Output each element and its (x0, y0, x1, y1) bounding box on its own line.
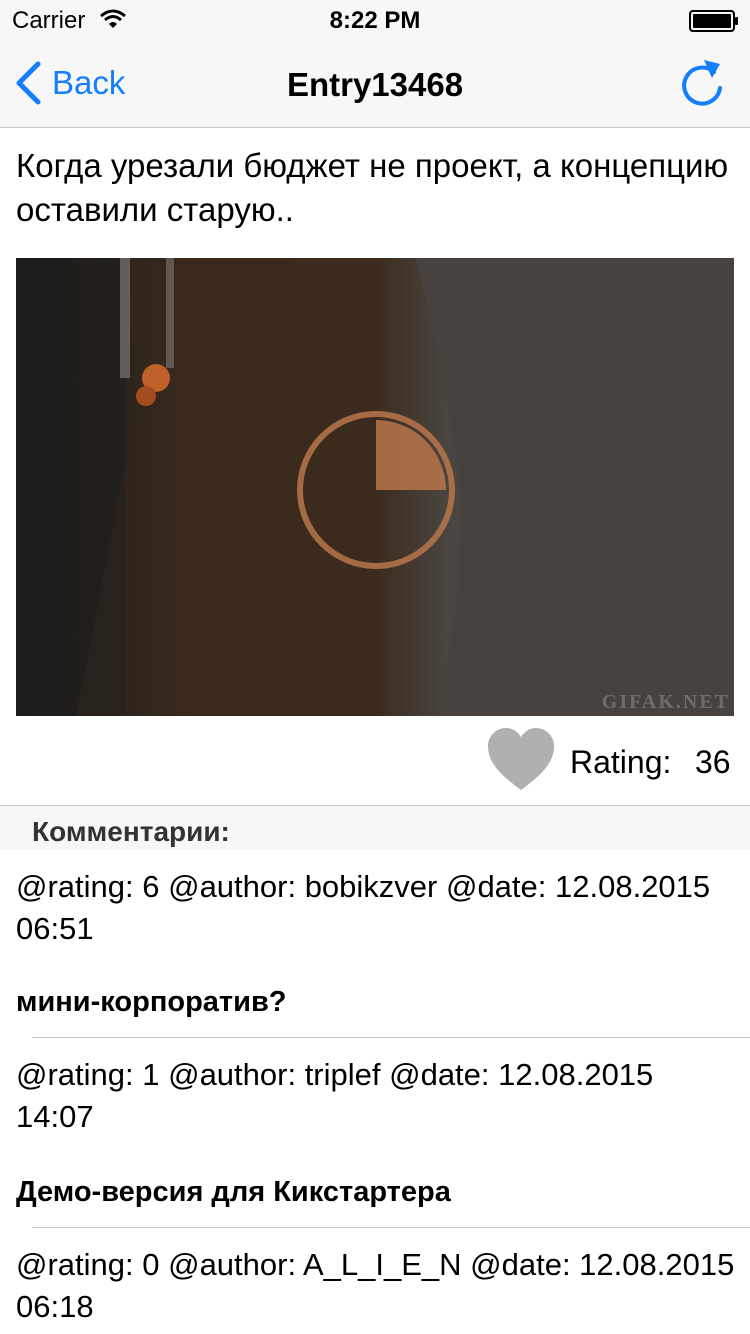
comment-text: мини-корпоратив? (16, 986, 287, 1018)
entry-media[interactable]: GIFAK.NET (16, 258, 734, 716)
heart-icon[interactable] (488, 728, 554, 792)
comment-text: Демо-версия для Кикстартера (16, 1176, 451, 1208)
status-bar: Carrier 8:22 PM (0, 0, 750, 40)
navigation-bar: Back Entry13468 (0, 40, 750, 128)
comment-meta: @rating: 0 @author: A_L_I_E_N @date: 12.… (16, 1247, 735, 1324)
comment-item[interactable]: @rating: 0 @author: A_L_I_E_N @date: 12.… (0, 1244, 750, 1334)
comment-meta: @rating: 1 @author: triplef @date: 12.08… (16, 1057, 654, 1134)
comment-item[interactable]: @rating: 1 @author: triplef @date: 12.08… (0, 1054, 750, 1228)
status-time: 8:22 PM (329, 7, 421, 34)
refresh-icon[interactable] (678, 58, 726, 108)
watermark: GIFAK.NET (601, 691, 730, 713)
loader-icon (297, 411, 455, 569)
rating-value: 36 (695, 744, 731, 780)
rating-label: Rating: (570, 744, 672, 780)
entry-text: Когда урезали бюджет не проект, а концеп… (16, 147, 729, 228)
battery-icon (689, 10, 738, 32)
comments-header-title: Комментарии: (32, 816, 230, 847)
comment-separator (32, 1037, 750, 1038)
page-title: Entry13468 (286, 66, 464, 103)
comment-meta: @rating: 6 @author: bobikzver @date: 12.… (16, 869, 711, 946)
comments-header: Комментарии: (0, 805, 750, 849)
comment-separator (32, 1227, 750, 1228)
comment-item[interactable]: @rating: 6 @author: bobikzver @date: 12.… (0, 866, 750, 1038)
